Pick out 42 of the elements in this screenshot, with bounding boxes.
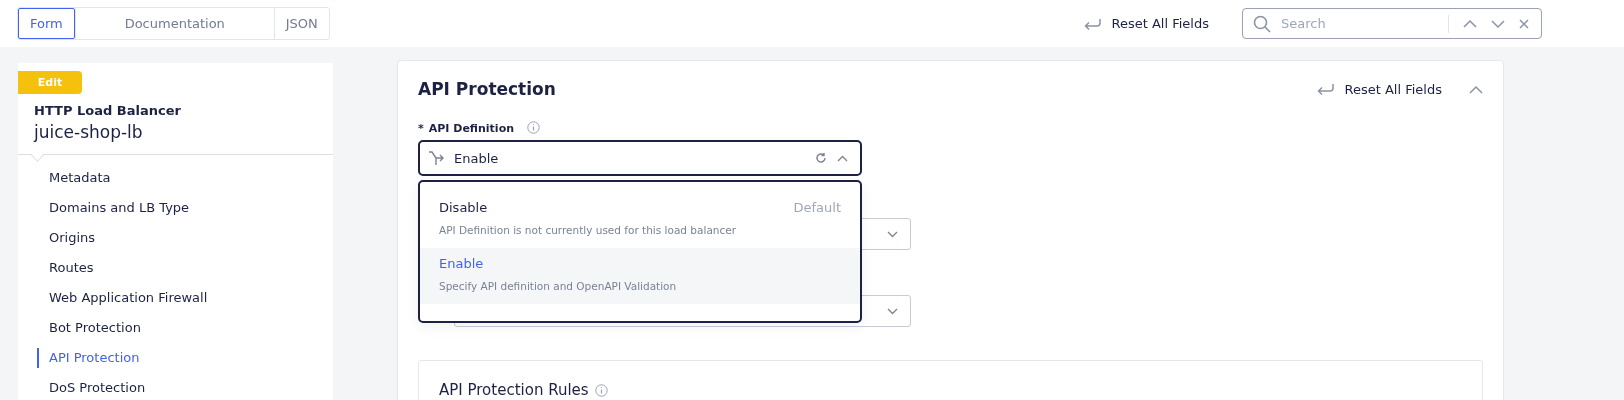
view-tab[interactable]: Form [18, 8, 75, 39]
subsection-title: API Protection Rules [439, 381, 589, 399]
reset-all-fields-button[interactable]: Reset All Fields [1316, 81, 1442, 97]
sidebar-item[interactable]: API Protection [37, 348, 140, 368]
option-label: Enable [439, 256, 484, 271]
sidebar-item[interactable]: DoS Protection [18, 373, 146, 400]
previous-result-icon[interactable] [1463, 18, 1477, 29]
edit-badge: Edit [18, 71, 82, 94]
refresh-icon[interactable] [815, 152, 827, 164]
merge-icon [428, 150, 444, 166]
section-title: API Protection [418, 79, 557, 99]
sidebar-item[interactable]: Domains and LB Type [18, 193, 190, 223]
chevron-down-icon [887, 230, 898, 238]
option-label: Disable [439, 200, 488, 215]
info-icon [527, 121, 541, 134]
collapse-icon[interactable] [1469, 84, 1483, 94]
object-name: juice-shop-lb [34, 122, 144, 142]
chevron-down-icon [887, 307, 898, 315]
sidebar-item[interactable]: Routes [18, 253, 94, 283]
sidebar-item[interactable]: Web Application Firewall [18, 283, 208, 313]
sidebar-item[interactable]: Origins [18, 223, 96, 253]
info-icon [594, 383, 608, 397]
search-field[interactable]: Search [1242, 8, 1542, 39]
view-tab[interactable]: JSON [273, 8, 329, 39]
sidebar-item[interactable]: Bot Protection [18, 313, 141, 343]
default-tag: Default [793, 200, 841, 215]
sidebar-item[interactable]: Metadata [18, 163, 111, 193]
field-label: * API Definition [418, 122, 515, 135]
object-type: HTTP Load Balancer [34, 103, 182, 118]
next-result-icon[interactable] [1491, 18, 1505, 29]
option-description: API Definition is not currently used for this load balancer [439, 224, 738, 236]
undo-icon [1316, 82, 1335, 96]
view-tab[interactable]: Documentation [74, 8, 274, 39]
dropdown-option[interactable]: Enable Specify API definition and OpenAPI Validation [420, 248, 860, 304]
undo-icon [1083, 16, 1102, 31]
chevron-up-icon [837, 154, 848, 162]
option-description: Specify API definition and OpenAPI Validation [439, 280, 678, 292]
close-icon[interactable] [1519, 18, 1529, 29]
dropdown-option[interactable]: Disable Default API Definition is not currently used for this load balancer [420, 192, 860, 248]
select-field[interactable]: Enable [418, 140, 862, 176]
reset-all-fields-button[interactable]: Reset All Fields [1083, 16, 1209, 31]
search-icon [1253, 14, 1271, 33]
